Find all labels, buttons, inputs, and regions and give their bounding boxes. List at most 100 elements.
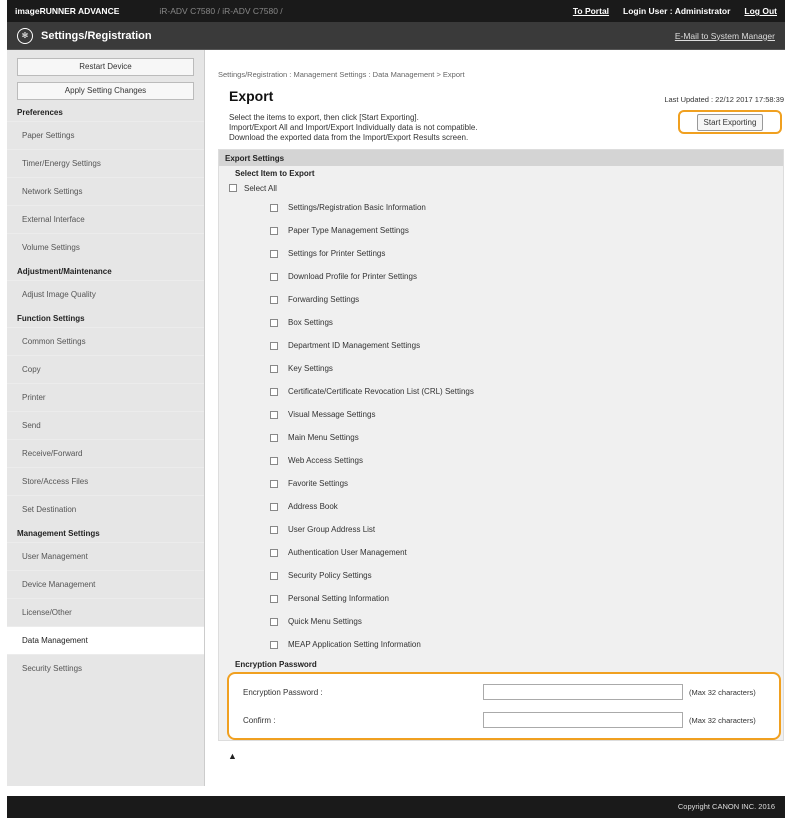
export-item[interactable]: Quick Menu Settings xyxy=(219,610,783,633)
apply-setting-changes-button[interactable]: Apply Setting Changes xyxy=(17,82,194,100)
export-item-checkbox[interactable] xyxy=(270,203,278,212)
sidebar: Restart Device Apply Setting Changes Pre… xyxy=(7,50,205,786)
settings-gear-icon: ✻ xyxy=(17,27,33,44)
export-item-checkbox[interactable] xyxy=(270,594,278,603)
export-item[interactable]: Paper Type Management Settings xyxy=(219,219,783,242)
select-all-row[interactable]: Select All xyxy=(219,180,783,196)
export-item-label: User Group Address List xyxy=(288,525,376,534)
export-item-label: Security Policy Settings xyxy=(288,571,372,580)
export-item[interactable]: MEAP Application Setting Information xyxy=(219,633,783,656)
encryption-password-max-note: (Max 32 characters) xyxy=(689,687,756,697)
export-item[interactable]: Settings/Registration Basic Information xyxy=(219,196,783,219)
page-header: Export Last Updated : 22/12 2017 17:58:3… xyxy=(218,88,784,104)
export-item[interactable]: Certificate/Certificate Revocation List … xyxy=(219,380,783,403)
confirm-password-field[interactable] xyxy=(483,712,683,728)
sidebar-item-user-management[interactable]: User Management xyxy=(7,542,204,570)
select-all-checkbox[interactable] xyxy=(229,184,237,192)
export-item[interactable]: Main Menu Settings xyxy=(219,426,783,449)
email-system-manager-link[interactable]: E-Mail to System Manager xyxy=(675,31,775,41)
sidebar-item-security-settings[interactable]: Security Settings xyxy=(7,654,204,682)
app-title: Settings/Registration xyxy=(41,29,152,42)
export-item-checkbox[interactable] xyxy=(270,410,278,419)
scroll-to-top-icon[interactable]: ▲ xyxy=(228,751,784,761)
export-item[interactable]: Key Settings xyxy=(219,357,783,380)
sidebar-item-store-access-files[interactable]: Store/Access Files xyxy=(7,467,204,495)
export-item-label: Web Access Settings xyxy=(288,456,363,465)
export-item[interactable]: Visual Message Settings xyxy=(219,403,783,426)
export-item-label: Paper Type Management Settings xyxy=(288,226,409,235)
export-item[interactable]: Settings for Printer Settings xyxy=(219,242,783,265)
export-item-checkbox[interactable] xyxy=(270,525,278,534)
sidebar-item-volume-settings[interactable]: Volume Settings xyxy=(7,233,204,261)
confirm-password-row: Confirm : (Max 32 characters) xyxy=(229,706,779,734)
export-item-label: Personal Setting Information xyxy=(288,594,389,603)
export-item-checkbox[interactable] xyxy=(270,387,278,396)
export-item-label: MEAP Application Setting Information xyxy=(288,640,421,649)
start-exporting-button-highlight[interactable]: Start Exporting xyxy=(678,110,782,134)
export-item-label: Certificate/Certificate Revocation List … xyxy=(288,387,474,396)
footer: Copyright CANON INC. 2016 xyxy=(7,796,785,818)
export-item-checkbox[interactable] xyxy=(270,364,278,373)
export-item-checkbox[interactable] xyxy=(270,617,278,626)
export-item-label: Visual Message Settings xyxy=(288,410,376,419)
export-item-label: Main Menu Settings xyxy=(288,433,359,442)
export-item-checkbox[interactable] xyxy=(270,249,278,258)
export-item[interactable]: Download Profile for Printer Settings xyxy=(219,265,783,288)
export-item-checkbox[interactable] xyxy=(270,502,278,511)
export-item-label: Favorite Settings xyxy=(288,479,349,488)
export-item-label: Key Settings xyxy=(288,364,333,373)
export-item-checkbox[interactable] xyxy=(270,226,278,235)
sidebar-item-external-interface[interactable]: External Interface xyxy=(7,205,204,233)
sidebar-group-preferences: Preferences xyxy=(17,108,63,117)
sidebar-item-data-management[interactable]: Data Management xyxy=(7,626,204,654)
encryption-password-heading: Encryption Password xyxy=(219,656,783,672)
sidebar-item-copy[interactable]: Copy xyxy=(7,355,204,383)
export-item-checkbox[interactable] xyxy=(270,318,278,327)
restart-device-button[interactable]: Restart Device xyxy=(17,58,194,76)
sidebar-item-license-other[interactable]: License/Other xyxy=(7,598,204,626)
sidebar-item-paper-settings[interactable]: Paper Settings xyxy=(7,121,204,149)
logout-link[interactable]: Log Out xyxy=(744,6,777,16)
sidebar-item-network-settings[interactable]: Network Settings xyxy=(7,177,204,205)
description: Select the items to export, then click [… xyxy=(229,113,478,143)
select-item-heading: Select Item to Export xyxy=(235,169,315,178)
page-title: Export xyxy=(229,88,274,104)
description-line: Select the items to export, then click [… xyxy=(229,113,419,122)
product-brand: imageRUNNER ADVANCE xyxy=(15,6,120,16)
sidebar-item-common-settings[interactable]: Common Settings xyxy=(7,327,204,355)
export-item[interactable]: Address Book xyxy=(219,495,783,518)
to-portal-link[interactable]: To Portal xyxy=(573,6,609,16)
sidebar-item-send[interactable]: Send xyxy=(7,411,204,439)
login-user-text: Login User : xyxy=(623,6,673,16)
export-item[interactable]: Box Settings xyxy=(219,311,783,334)
export-settings-header: Export Settings xyxy=(219,150,783,166)
export-item[interactable]: Web Access Settings xyxy=(219,449,783,472)
export-item-checkbox[interactable] xyxy=(270,548,278,557)
sidebar-item-device-management[interactable]: Device Management xyxy=(7,570,204,598)
encryption-password-field[interactable] xyxy=(483,684,683,700)
export-item[interactable]: Favorite Settings xyxy=(219,472,783,495)
start-exporting-button[interactable]: Start Exporting xyxy=(696,113,764,131)
copyright: Copyright CANON INC. 2016 xyxy=(677,802,775,811)
export-item-checkbox[interactable] xyxy=(270,571,278,580)
export-item-checkbox[interactable] xyxy=(270,479,278,488)
sidebar-item-receive-forward[interactable]: Receive/Forward xyxy=(7,439,204,467)
export-item[interactable]: Authentication User Management xyxy=(219,541,783,564)
export-item[interactable]: Department ID Management Settings xyxy=(219,334,783,357)
export-item-checkbox[interactable] xyxy=(270,640,278,649)
sidebar-item-timer-energy-settings[interactable]: Timer/Energy Settings xyxy=(7,149,204,177)
export-item-checkbox[interactable] xyxy=(270,456,278,465)
export-item[interactable]: Forwarding Settings xyxy=(219,288,783,311)
export-item-label: Quick Menu Settings xyxy=(288,617,362,626)
sidebar-group-management-settings: Management Settings xyxy=(17,529,100,538)
export-item[interactable]: Security Policy Settings xyxy=(219,564,783,587)
sidebar-item-printer[interactable]: Printer xyxy=(7,383,204,411)
export-item-checkbox[interactable] xyxy=(270,295,278,304)
sidebar-item-set-destination[interactable]: Set Destination xyxy=(7,495,204,523)
export-item-checkbox[interactable] xyxy=(270,341,278,350)
export-item[interactable]: Personal Setting Information xyxy=(219,587,783,610)
export-item-checkbox[interactable] xyxy=(270,433,278,442)
export-item-checkbox[interactable] xyxy=(270,272,278,281)
sidebar-item-adjust-image-quality[interactable]: Adjust Image Quality xyxy=(7,280,204,308)
export-item[interactable]: User Group Address List xyxy=(219,518,783,541)
